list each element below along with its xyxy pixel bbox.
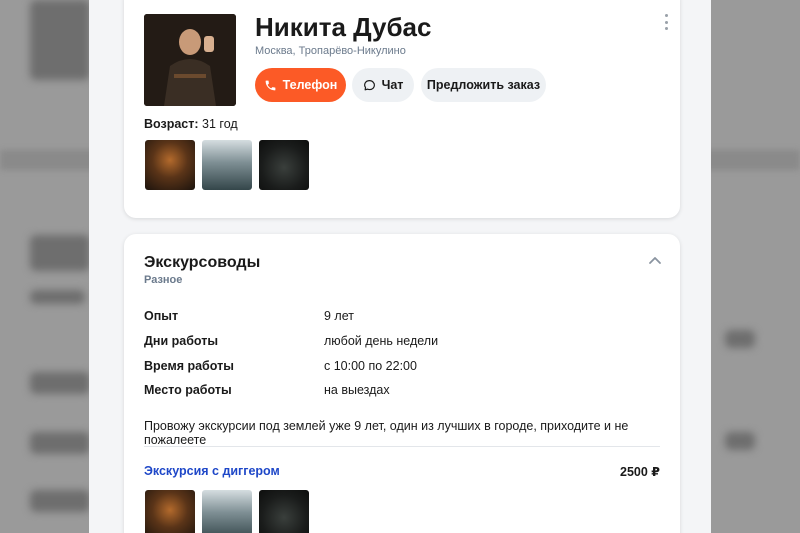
profile-card: Никита Дубас Москва, Тропарёво-Никулино … [124,0,680,218]
divider [144,446,660,447]
gallery-photo[interactable] [202,140,252,190]
phone-button-label: Телефон [282,78,338,92]
offer-order-button-label: Предложить заказ [426,78,541,92]
category-subtitle: Разное [144,274,183,286]
age-line: Возраст: 31 год [144,117,238,131]
chat-button-label: Чат [381,78,404,92]
detail-key: Опыт [144,309,179,323]
backdrop-text [30,290,85,304]
gallery-photo[interactable] [202,490,252,533]
detail-key: Время работы [144,359,234,373]
profile-location: Москва, Тропарёво-Никулино [255,45,406,57]
avatar-photo [144,14,236,106]
gallery-photo[interactable] [145,490,195,533]
category-description: Провожу экскурсии под землей уже 9 лет, … [144,419,629,447]
offer-order-button[interactable]: Предложить заказ [421,68,546,102]
service-gallery [145,490,309,533]
detail-key: Дни работы [144,334,219,348]
detail-row: Дни работы любой день недели [144,334,438,348]
profile-name: Никита Дубас [255,12,432,42]
gallery-photo[interactable] [259,490,309,533]
service-price: 2500 ₽ [620,465,660,479]
profile-gallery [145,140,309,190]
backdrop-photo [30,0,90,80]
age-label: Возраст: [144,117,199,131]
detail-key: Место работы [144,383,232,397]
phone-icon [265,80,276,90]
detail-value: любой день недели [324,334,439,348]
profile-sheet: Никита Дубас Москва, Тропарёво-Никулино … [89,0,711,533]
detail-row: Время работы с 10:00 по 22:00 [144,359,417,373]
category-card: Экскурсоводы Разное Опыт 9 лет Дни работ… [124,234,680,533]
chat-icon [363,79,375,90]
service-link[interactable]: Экскурсия с диггером [144,464,280,478]
detail-value: 9 лет [324,309,354,323]
gallery-photo[interactable] [259,140,309,190]
avatar[interactable] [144,14,236,106]
phone-button[interactable]: Телефон [255,68,346,102]
age-value: 31 год [202,117,238,131]
detail-value: на выездах [324,383,390,397]
category-title: Экскурсоводы [144,254,261,271]
backdrop-text [725,432,755,450]
gallery-photo[interactable] [145,140,195,190]
more-vert-icon[interactable] [660,14,672,30]
backdrop-text [30,432,90,454]
backdrop-text [30,372,90,394]
backdrop-text [30,490,90,512]
detail-row: Место работы на выездах [144,383,390,397]
detail-value: с 10:00 по 22:00 [324,359,417,373]
detail-row: Опыт 9 лет [144,309,354,323]
chevron-up-icon[interactable] [648,254,662,268]
chat-button[interactable]: Чат [352,68,414,102]
backdrop-heading [30,235,90,271]
backdrop-text [725,330,755,348]
